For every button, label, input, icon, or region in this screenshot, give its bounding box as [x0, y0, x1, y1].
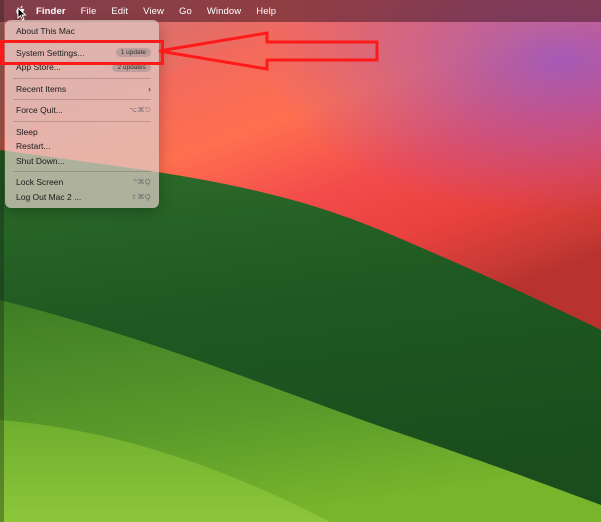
menu-file[interactable]: File	[81, 6, 97, 17]
menu-item-label: Lock Screen	[16, 177, 64, 188]
menu-item-lock-screen[interactable]: Lock Screen ^⌘Q	[5, 175, 159, 190]
menu-item-restart[interactable]: Restart...	[5, 139, 159, 154]
menu-item-label: Sleep	[16, 126, 38, 137]
menu-go[interactable]: Go	[179, 6, 192, 17]
keyboard-shortcut: ⌥⌘⎋	[128, 106, 151, 114]
keyboard-shortcut: ⇧⌘Q	[131, 193, 151, 201]
menu-item-about-this-mac[interactable]: About This Mac	[5, 24, 159, 39]
menu-item-recent-items[interactable]: Recent Items ›	[5, 82, 159, 97]
keyboard-shortcut: ^⌘Q	[133, 179, 151, 187]
menu-item-label: Restart...	[16, 141, 51, 152]
menu-finder[interactable]: Finder	[36, 6, 66, 17]
menu-bar: Finder File Edit View Go Window Help	[0, 0, 601, 22]
menu-edit[interactable]: Edit	[111, 6, 128, 17]
menu-separator	[13, 77, 151, 79]
menu-item-force-quit[interactable]: Force Quit... ⌥⌘⎋	[5, 103, 159, 118]
mouse-pointer-icon	[17, 7, 27, 21]
menu-item-log-out[interactable]: Log Out Mac 2 ... ⇧⌘Q	[5, 190, 159, 205]
menu-item-sleep[interactable]: Sleep	[5, 125, 159, 140]
menu-item-label: Force Quit...	[16, 105, 63, 116]
menu-item-shut-down[interactable]: Shut Down...	[5, 154, 159, 169]
annotation-arrow-icon	[158, 31, 379, 71]
menu-separator	[13, 171, 151, 172]
desktop: Finder File Edit View Go Window Help Abo…	[0, 0, 601, 522]
menu-help[interactable]: Help	[256, 6, 276, 17]
menu-item-label: About This Mac	[16, 26, 75, 37]
menu-item-label: Shut Down...	[16, 155, 65, 166]
menu-window[interactable]: Window	[207, 6, 241, 17]
menu-view[interactable]: View	[143, 6, 164, 17]
menu-item-label: Recent Items	[16, 83, 67, 94]
menu-item-label: Log Out Mac 2 ...	[16, 191, 82, 202]
menu-separator	[13, 120, 151, 122]
chevron-right-icon: ›	[148, 83, 151, 94]
annotation-highlight-box	[0, 40, 164, 65]
menu-separator	[13, 99, 151, 100]
